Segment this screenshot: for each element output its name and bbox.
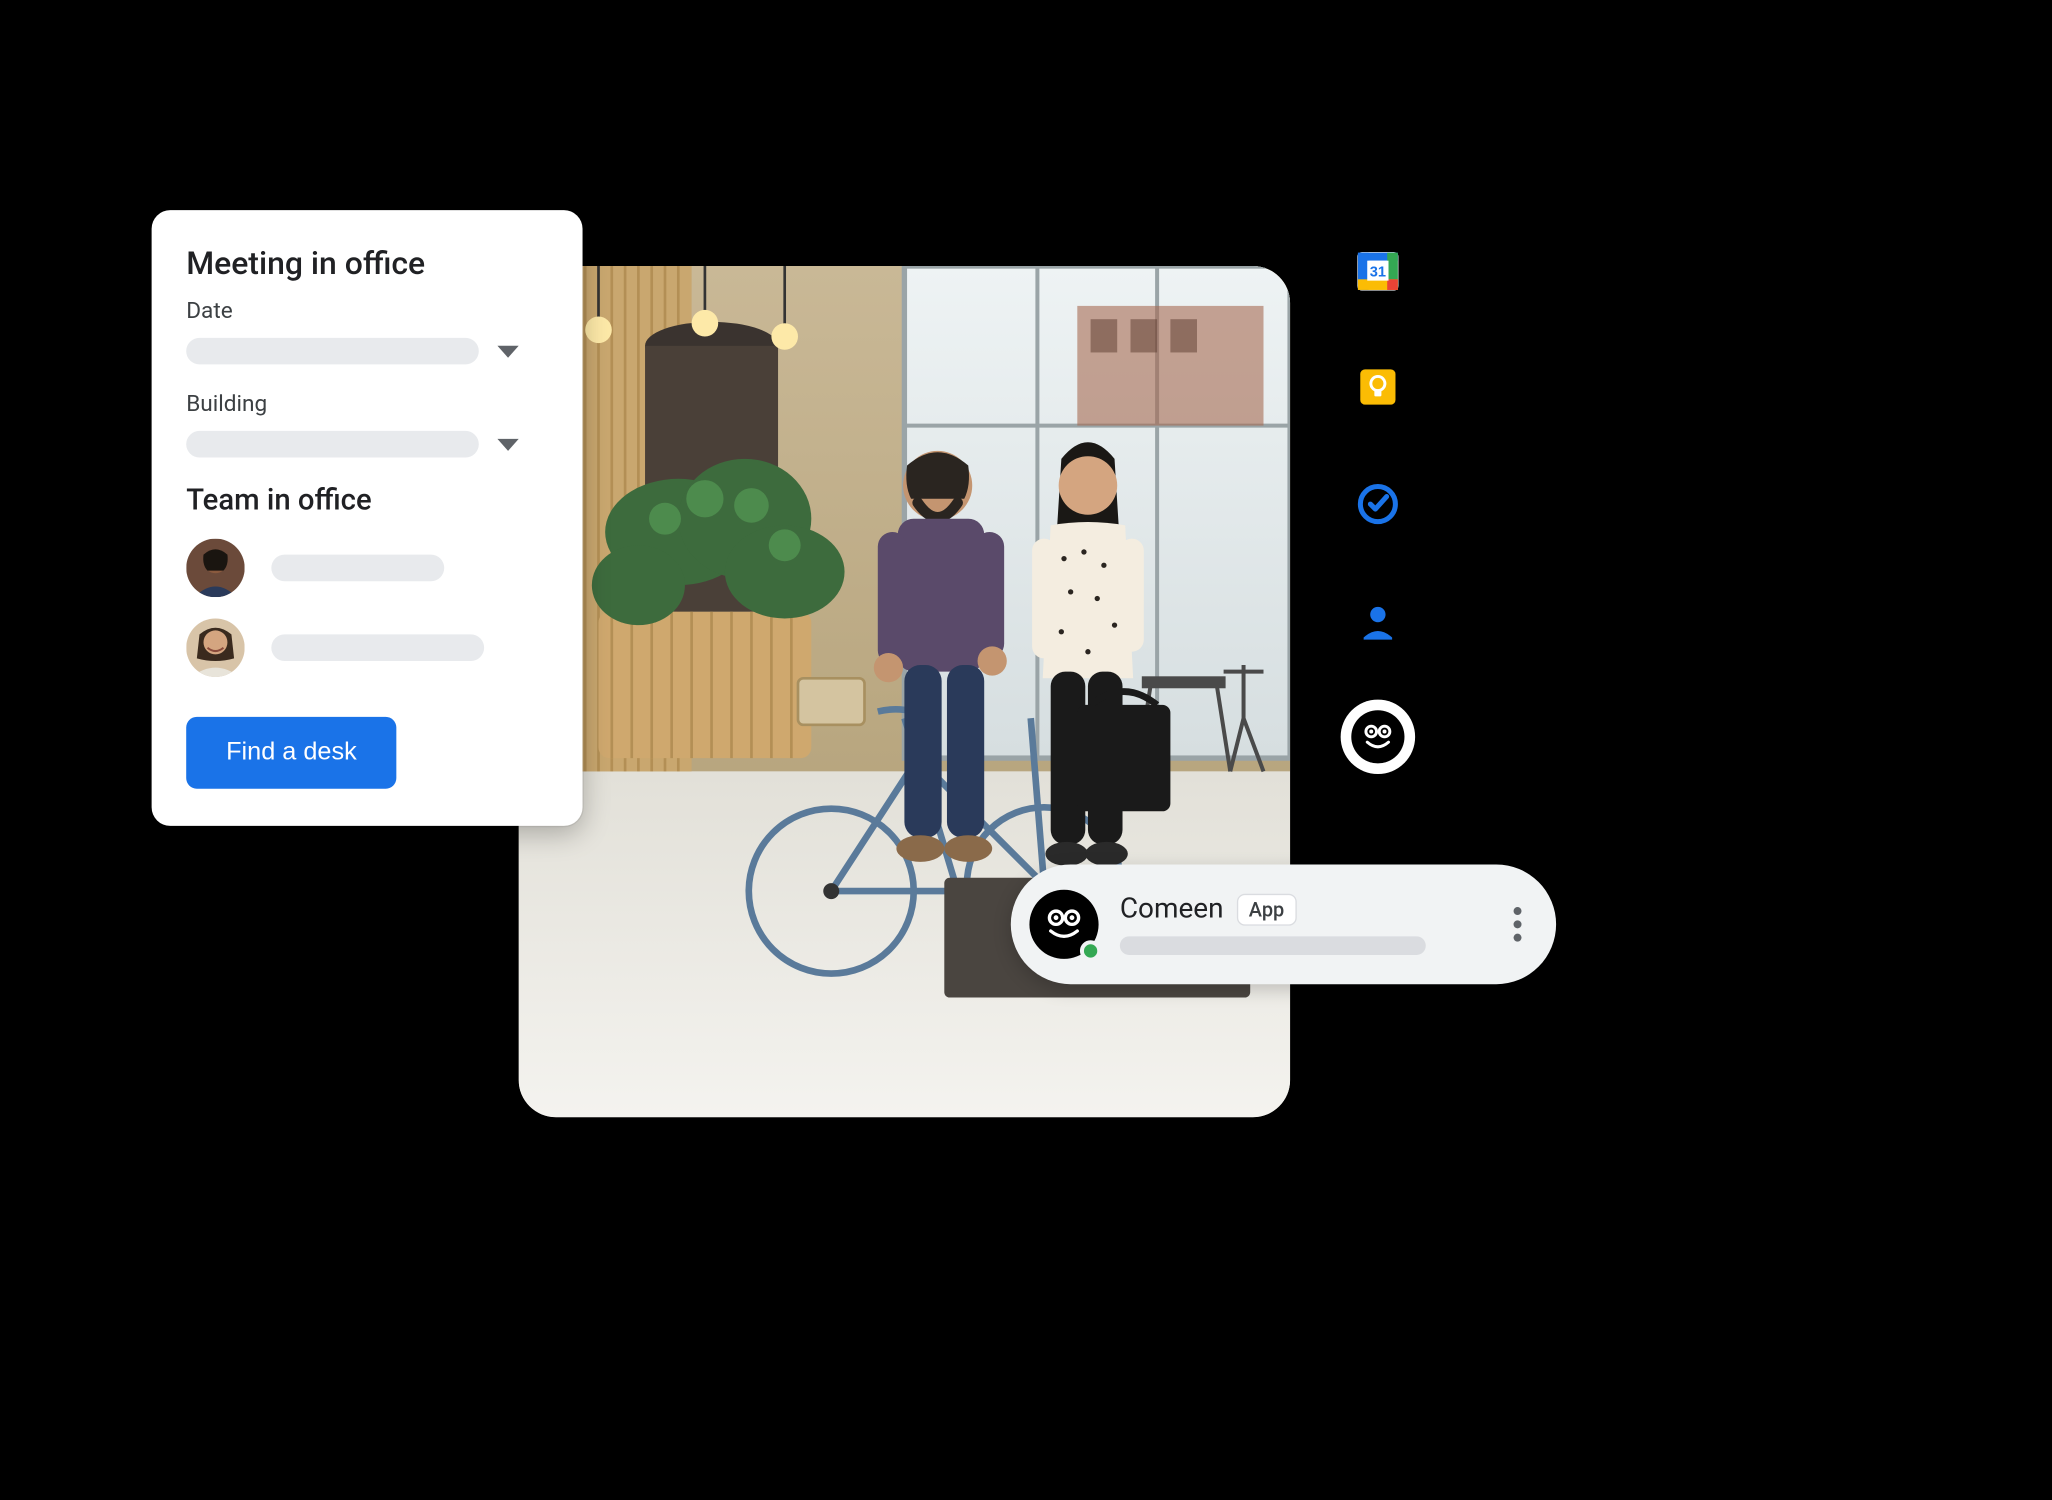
team-member-row xyxy=(186,618,548,677)
comeen-app-icon[interactable] xyxy=(1341,700,1415,774)
app-badge: App xyxy=(1237,894,1296,926)
side-rail: 31 xyxy=(1341,247,1415,774)
team-member-name-placeholder xyxy=(271,634,484,661)
more-options-button[interactable] xyxy=(1506,907,1530,942)
team-member-name-placeholder xyxy=(271,555,444,582)
date-select[interactable] xyxy=(186,338,548,365)
keep-icon[interactable] xyxy=(1355,364,1400,409)
chat-message-placeholder xyxy=(1120,936,1426,955)
chat-body: Comeen App xyxy=(1120,894,1484,955)
chevron-down-icon xyxy=(497,438,518,450)
date-label: Date xyxy=(186,298,548,325)
chat-title: Comeen xyxy=(1120,894,1224,926)
avatar xyxy=(186,539,245,598)
team-member-row xyxy=(186,539,548,598)
comeen-logo-icon xyxy=(1351,710,1404,763)
meeting-card-title: Meeting in office xyxy=(186,245,548,282)
calendar-icon[interactable]: 31 xyxy=(1355,247,1400,292)
building-label: Building xyxy=(186,391,548,418)
presence-indicator-icon xyxy=(1080,940,1101,961)
team-heading: Team in office xyxy=(186,484,548,517)
building-select-placeholder xyxy=(186,431,479,458)
chevron-down-icon xyxy=(497,345,518,357)
tasks-icon[interactable] xyxy=(1355,481,1400,526)
svg-text:31: 31 xyxy=(1370,265,1386,281)
office-photo xyxy=(519,266,1290,1117)
chat-avatar xyxy=(1029,890,1098,959)
chat-card[interactable]: Comeen App xyxy=(1011,865,1556,985)
building-select[interactable] xyxy=(186,431,548,458)
contacts-icon[interactable] xyxy=(1355,599,1400,644)
meeting-card: Meeting in office Date Building Team in … xyxy=(152,210,583,826)
date-select-placeholder xyxy=(186,338,479,365)
avatar xyxy=(186,618,245,677)
find-desk-button[interactable]: Find a desk xyxy=(186,717,396,789)
